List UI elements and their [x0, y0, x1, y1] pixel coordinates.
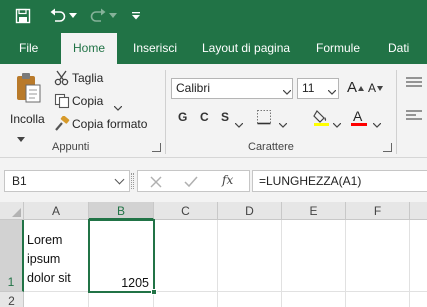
copy-dropdown-icon[interactable]: [113, 99, 123, 117]
grow-font-letter: A: [347, 79, 358, 96]
cell-a1[interactable]: Lorem ipsum dolor sit amet,: [24, 220, 89, 292]
ribbon-tabs: File Home Inserisci Layout di pagina For…: [0, 33, 427, 64]
ribbon: Incolla Taglia Copia Copia formato Appun…: [0, 64, 427, 158]
cell-e1[interactable]: [282, 220, 346, 292]
worksheet-grid: A B C D E F 1 2 Lorem ipsum dolor sit am…: [0, 202, 427, 307]
borders-icon[interactable]: [256, 109, 272, 130]
column-header-f[interactable]: F: [346, 202, 410, 220]
cell-c1[interactable]: [154, 220, 218, 292]
cell-b2[interactable]: [89, 292, 154, 307]
align-left-icon[interactable]: [406, 109, 422, 128]
font-size-dropdown-icon[interactable]: [327, 83, 337, 101]
font-name-select[interactable]: Calibri: [171, 78, 293, 99]
cell-d1[interactable]: [218, 220, 282, 292]
format-painter-icon: [54, 115, 70, 137]
cut-label: Taglia: [72, 71, 104, 85]
column-header-d[interactable]: D: [218, 202, 282, 220]
italic-button[interactable]: C: [200, 110, 209, 124]
cell-g1[interactable]: [410, 220, 427, 292]
font-color-letter: A: [353, 108, 363, 124]
insert-function-button[interactable]: fx: [222, 173, 233, 187]
tab-page-layout[interactable]: Layout di pagina: [194, 33, 298, 64]
group-separator: [165, 70, 166, 154]
quick-access-toolbar: [0, 0, 427, 33]
customize-qat-icon[interactable]: [126, 6, 146, 26]
underline-button[interactable]: S: [221, 110, 229, 124]
formula-input[interactable]: =LUNGHEZZA(A1): [252, 170, 427, 192]
tab-formulas[interactable]: Formule: [308, 33, 368, 64]
save-icon[interactable]: [13, 6, 33, 26]
align-lines-icon[interactable]: [406, 76, 422, 95]
tab-file[interactable]: File: [11, 33, 46, 64]
font-color-swatch: [351, 123, 367, 126]
formula-splitter-handle[interactable]: [131, 173, 134, 189]
copy-icon: [54, 93, 70, 114]
row-header-2[interactable]: 2: [0, 292, 24, 307]
select-all-button[interactable]: [0, 202, 24, 220]
paste-label: Incolla: [10, 112, 45, 126]
copy-label: Copia: [72, 94, 104, 108]
font-color-button[interactable]: A: [351, 108, 367, 128]
undo-icon[interactable]: [48, 6, 68, 26]
tab-home[interactable]: Home: [61, 33, 117, 64]
column-header-g[interactable]: [410, 202, 427, 220]
fill-color-icon[interactable]: [313, 108, 331, 131]
formula-bar: B1 fx =LUNGHEZZA(A1): [0, 158, 427, 202]
redo-icon[interactable]: [88, 6, 108, 26]
name-box-value: B1: [12, 174, 27, 188]
cell-g2[interactable]: [410, 292, 427, 307]
column-header-a[interactable]: A: [24, 202, 89, 220]
shrink-font-arrow-icon: [377, 78, 383, 96]
select-all-triangle-icon: [12, 208, 21, 217]
font-name-dropdown-icon[interactable]: [282, 83, 292, 101]
grow-font-button[interactable]: A: [347, 78, 365, 98]
format-painter-label: Copia formato: [72, 117, 148, 131]
fill-handle[interactable]: [151, 289, 157, 295]
column-header-b[interactable]: B: [89, 202, 154, 220]
borders-dropdown-icon[interactable]: [278, 116, 288, 134]
font-group-label: Carattere: [248, 141, 294, 153]
cell-d2[interactable]: [218, 292, 282, 307]
shrink-font-letter: A: [368, 81, 377, 95]
column-header-c[interactable]: C: [154, 202, 218, 220]
format-painter-button[interactable]: Copia formato: [54, 115, 152, 137]
cell-f2[interactable]: [346, 292, 410, 307]
name-box-dropdown-icon[interactable]: [114, 174, 125, 185]
formula-buttons: fx: [137, 170, 250, 192]
enter-check-icon[interactable]: [184, 175, 198, 193]
shrink-font-button[interactable]: A: [368, 78, 386, 98]
cell-f1[interactable]: [346, 220, 410, 292]
fill-color-dropdown-icon[interactable]: [332, 116, 342, 134]
paste-dropdown-icon[interactable]: [17, 130, 25, 148]
selection-border: [88, 219, 155, 293]
cancel-icon[interactable]: [150, 175, 162, 193]
clipboard-dialog-launcher-icon[interactable]: [152, 143, 161, 152]
cell-a1-text: Lorem ipsum dolor sit amet,: [27, 233, 71, 291]
column-header-e[interactable]: E: [282, 202, 346, 220]
bold-button[interactable]: G: [178, 110, 187, 124]
cell-a2[interactable]: [24, 292, 89, 307]
tab-insert[interactable]: Inserisci: [125, 33, 185, 64]
redo-dropdown-icon[interactable]: [108, 6, 118, 26]
copy-button[interactable]: Copia: [54, 93, 124, 111]
clipboard-group-label: Appunti: [52, 141, 90, 153]
cut-button[interactable]: Taglia: [54, 70, 114, 88]
scissors-icon: [54, 70, 70, 91]
name-box[interactable]: B1: [4, 170, 130, 192]
row-header-1-label: 1: [7, 275, 15, 289]
grow-font-arrow-icon: [358, 78, 364, 96]
font-color-dropdown-icon[interactable]: [372, 116, 382, 134]
paste-icon: [16, 72, 42, 109]
font-dialog-launcher-icon[interactable]: [383, 143, 392, 152]
excel-window: File Home Inserisci Layout di pagina For…: [0, 0, 427, 307]
group-separator: [396, 70, 397, 154]
tab-data[interactable]: Dati: [380, 33, 417, 64]
cell-e2[interactable]: [282, 292, 346, 307]
undo-dropdown-icon[interactable]: [68, 6, 78, 26]
paste-button[interactable]: Incolla: [10, 70, 50, 128]
underline-dropdown-icon[interactable]: [234, 116, 244, 134]
row-header-1[interactable]: 1: [0, 220, 24, 292]
cell-c2[interactable]: [154, 292, 218, 307]
